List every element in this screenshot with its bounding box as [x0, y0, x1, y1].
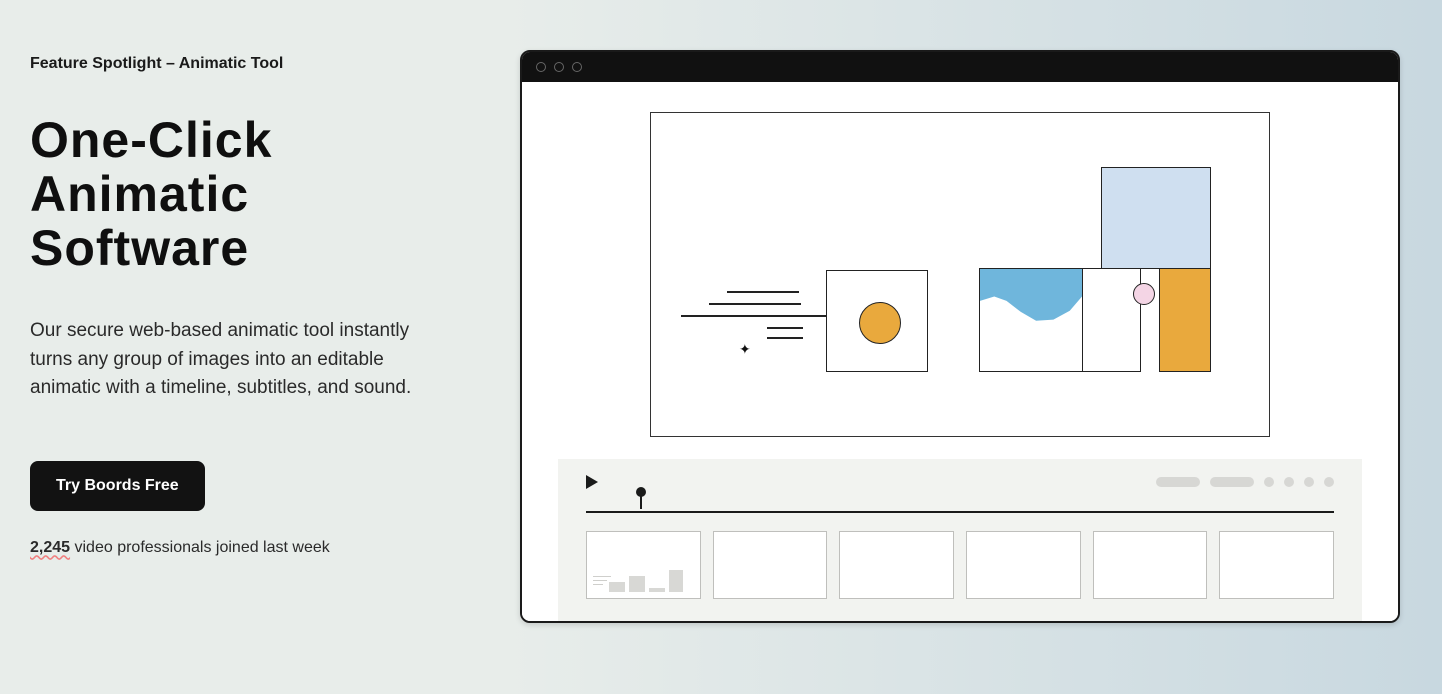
thumbnail[interactable]	[966, 531, 1081, 599]
orange-box-icon	[1159, 268, 1211, 372]
browser-window: ✦	[520, 50, 1400, 623]
thumbnail[interactable]	[713, 531, 828, 599]
page-title: One-Click Animatic Software	[30, 113, 460, 275]
social-proof-text: video professionals joined last week	[70, 539, 330, 556]
sky-box-icon	[1101, 167, 1211, 269]
canvas-frame: ✦	[650, 112, 1270, 437]
hero-copy: Feature Spotlight – Animatic Tool One-Cl…	[30, 50, 460, 557]
pager-dot	[1284, 477, 1294, 487]
sun-icon	[859, 302, 901, 344]
illustration-panel: ✦	[520, 50, 1412, 557]
thumbnail-strip	[586, 531, 1334, 599]
pager-pill	[1210, 477, 1254, 487]
traffic-light-close-icon	[536, 62, 546, 72]
wave-frame-icon	[979, 268, 1083, 372]
spotlight-label: Feature Spotlight – Animatic Tool	[30, 55, 460, 73]
pager	[1156, 477, 1334, 487]
timeline-track[interactable]	[586, 495, 1334, 513]
pager-pill	[1156, 477, 1200, 487]
thumbnail[interactable]	[839, 531, 954, 599]
pager-dot	[1264, 477, 1274, 487]
browser-body: ✦	[522, 82, 1398, 621]
hero-description: Our secure web-based animatic tool insta…	[30, 317, 430, 403]
pager-dot	[1324, 477, 1334, 487]
sparkle-icon: ✦	[739, 341, 751, 358]
browser-titlebar	[522, 52, 1398, 82]
pink-dot-icon	[1133, 283, 1155, 305]
timeline-area	[558, 459, 1362, 621]
traffic-light-minimize-icon	[554, 62, 564, 72]
thumbnail[interactable]	[1219, 531, 1334, 599]
try-free-button[interactable]: Try Boords Free	[30, 461, 205, 511]
motion-lines-icon	[681, 291, 811, 339]
play-icon[interactable]	[586, 475, 598, 489]
thumbnail[interactable]	[1093, 531, 1208, 599]
social-proof-count: 2,245	[30, 539, 70, 556]
sun-frame-icon	[826, 270, 928, 372]
thumbnail[interactable]	[586, 531, 701, 599]
playhead-icon[interactable]	[640, 495, 642, 509]
pager-dot	[1304, 477, 1314, 487]
social-proof: 2,245 video professionals joined last we…	[30, 539, 460, 557]
traffic-light-zoom-icon	[572, 62, 582, 72]
